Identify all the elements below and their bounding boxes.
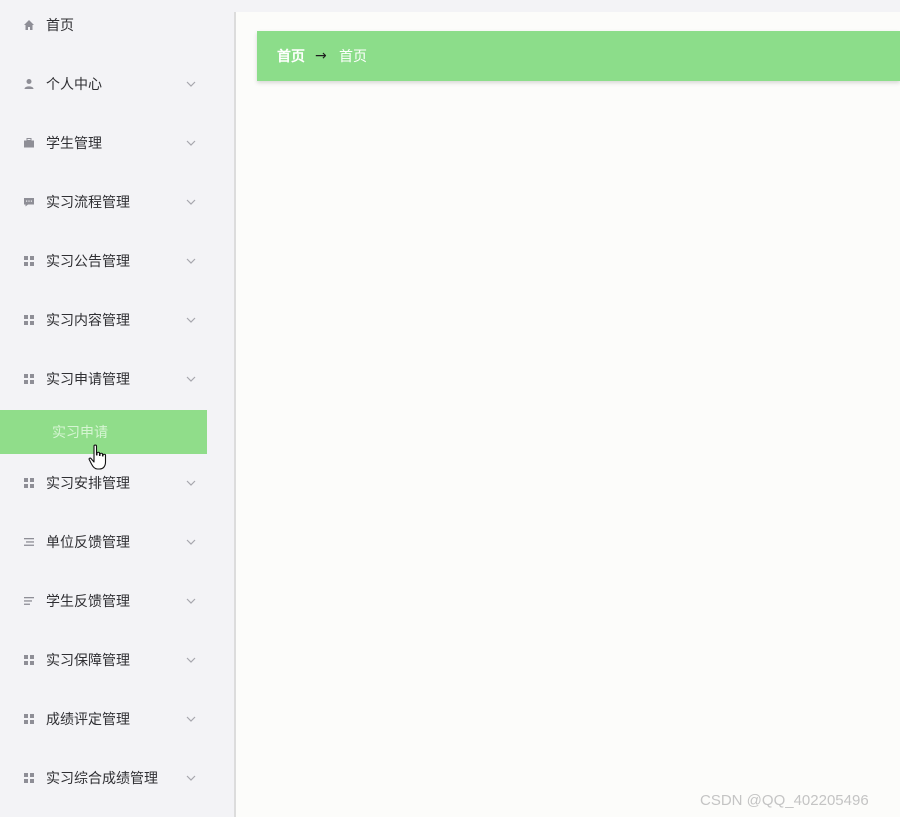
chevron-down-icon [186,199,196,205]
chevron-down-icon [186,81,196,87]
sidebar-item-label: 实习内容管理 [46,313,130,329]
breadcrumb-home-link[interactable]: 首页 [277,46,305,66]
sidebar-item-personal-center[interactable]: 个人中心 [0,62,207,106]
chevron-down-icon [186,317,196,323]
sidebar-subitem-label: 实习申请 [52,425,108,441]
grid-icon [22,476,36,490]
briefcase-icon [22,136,36,150]
grid-icon [22,771,36,785]
sidebar-item-label: 实习综合成绩管理 [46,771,158,787]
hand-pointer-icon [88,444,107,470]
chevron-down-icon [186,258,196,264]
sidebar-item-application-management[interactable]: 实习申请管理 [0,357,207,401]
chevron-down-icon [186,480,196,486]
sidebar-item-announcement-management[interactable]: 实习公告管理 [0,239,207,283]
list-icon [22,594,36,608]
sidebar-item-guarantee-management[interactable]: 实习保障管理 [0,638,207,682]
chevron-down-icon [186,775,196,781]
sidebar-item-label: 实习流程管理 [46,195,130,211]
grid-icon [22,712,36,726]
sidebar-item-label: 实习公告管理 [46,254,130,270]
chevron-down-icon [186,539,196,545]
sidebar-item-label: 学生管理 [46,136,102,152]
sidebar-item-overall-score-management[interactable]: 实习综合成绩管理 [0,756,207,800]
sidebar-item-label: 成绩评定管理 [46,712,130,728]
chevron-down-icon [186,657,196,663]
sidebar-item-grading-management[interactable]: 成绩评定管理 [0,697,207,741]
sidebar-item-content-management[interactable]: 实习内容管理 [0,298,207,342]
chat-icon [22,195,36,209]
top-strip [236,0,900,12]
watermark: CSDN @QQ_402205496 [700,792,869,809]
sidebar-item-label: 实习申请管理 [46,372,130,388]
sidebar-item-student-feedback-management[interactable]: 学生反馈管理 [0,579,207,623]
sidebar-item-unit-feedback-management[interactable]: 单位反馈管理 [0,520,207,564]
grid-icon [22,372,36,386]
sidebar-item-label: 学生反馈管理 [46,594,130,610]
home-icon [22,18,36,32]
grid-icon [22,313,36,327]
grid-icon [22,254,36,268]
sidebar: 首页 个人中心 学生管理 实习流程管理 实习公告管理 实习内容管理 实习申请管理… [0,0,207,817]
sidebar-item-label: 个人中心 [46,77,102,93]
sidebar-item-student-management[interactable]: 学生管理 [0,121,207,165]
main-content [236,12,900,817]
sidebar-item-label: 单位反馈管理 [46,535,130,551]
sidebar-item-label: 首页 [46,18,74,34]
sidebar-item-process-management[interactable]: 实习流程管理 [0,180,207,224]
breadcrumb-current: 首页 [339,49,367,65]
chevron-down-icon [186,598,196,604]
chevron-down-icon [186,140,196,146]
chevron-down-icon [186,716,196,722]
user-icon [22,77,36,91]
breadcrumb-separator-icon: → [315,48,327,64]
list-icon [22,535,36,549]
sidebar-item-label: 实习保障管理 [46,653,130,669]
breadcrumb: 首页 → 首页 [257,31,900,81]
sidebar-item-home[interactable]: 首页 [0,3,207,47]
chevron-down-icon [186,376,196,382]
sidebar-item-label: 实习安排管理 [46,476,130,492]
grid-icon [22,653,36,667]
